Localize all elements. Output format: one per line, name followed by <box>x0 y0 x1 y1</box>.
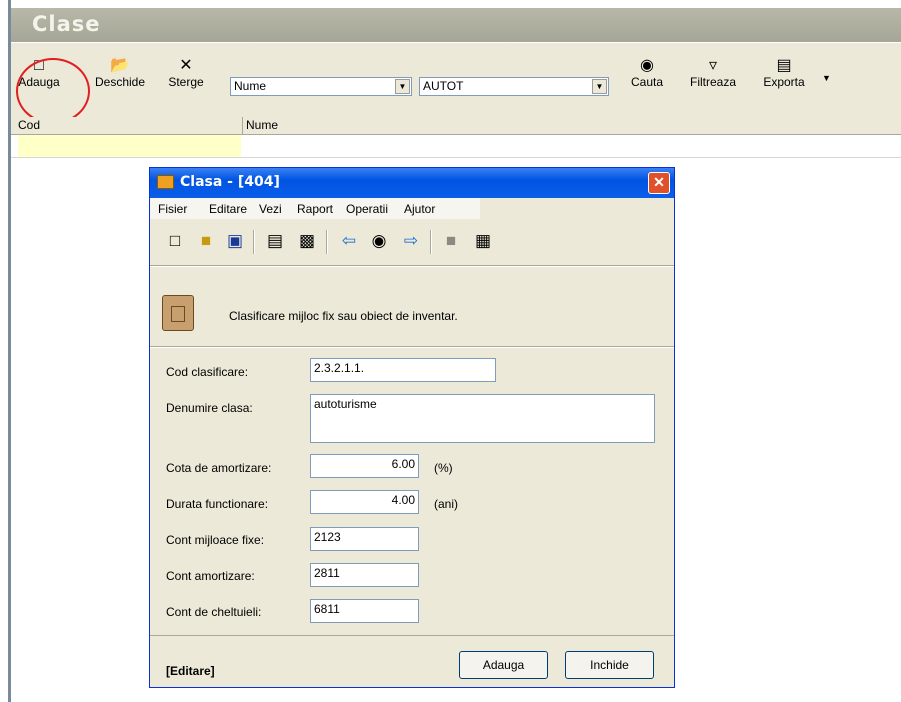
chevron-down-icon[interactable]: ▼ <box>395 79 410 94</box>
close-icon[interactable]: ✕ <box>648 172 670 194</box>
cota-amortizare-label: Cota de amortizare: <box>166 461 272 475</box>
value-select-value: AUTOT <box>423 79 464 93</box>
menu-fisier[interactable]: Fisier <box>158 202 187 216</box>
status-text: [Editare] <box>166 664 215 678</box>
denumire-clasa-label: Denumire clasa: <box>166 401 253 415</box>
menu-operatii[interactable]: Operatii <box>346 202 388 216</box>
cont-cheltuieli-field[interactable]: 6811 <box>310 599 419 623</box>
column-header-nume[interactable]: Nume <box>242 117 278 134</box>
menu-ajutor[interactable]: Ajutor <box>404 202 435 216</box>
divider <box>150 346 674 348</box>
open-button-label: Deschide <box>94 75 146 89</box>
denumire-clasa-field[interactable]: autoturisme <box>310 394 655 443</box>
filter-button[interactable]: ▿ Filtreaza <box>683 57 743 89</box>
filter-button-label: Filtreaza <box>689 75 736 89</box>
dialog-description: Clasificare mijloc fix sau obiect de inv… <box>229 309 458 323</box>
durata-functionare-field[interactable]: 4.00 <box>310 490 419 514</box>
dialog-menubar: Fisier Editare Vezi Raport Operatii Ajut… <box>150 198 480 219</box>
cont-amortizare-label: Cont amortizare: <box>166 569 255 583</box>
open-folder-icon[interactable]: ■ <box>195 230 217 252</box>
durata-functionare-label: Durata functionare: <box>166 497 269 511</box>
dialog-title: Clasa - [404] <box>180 174 280 190</box>
dialog-toolbar: □ ■ ▣ ▤ ▩ ⇦ ◉ ⇨ ■ ▦ <box>150 222 674 262</box>
toolbar-separator <box>430 230 432 254</box>
field-select-value: Nume <box>234 79 267 93</box>
data-grid: Cod Nume <box>11 117 901 158</box>
clasa-dialog: Clasa - [404] ✕ Fisier Editare Vezi Rapo… <box>149 167 675 688</box>
delete-button-label: Sterge <box>168 75 204 89</box>
export-button-label: Exporta <box>763 75 805 89</box>
arrow-right-icon[interactable]: ⇨ <box>400 230 422 252</box>
filter-icon: ▿ <box>708 57 718 74</box>
toolbar-separator <box>326 230 328 254</box>
arrow-left-icon[interactable]: ⇦ <box>338 230 360 252</box>
close-button[interactable]: Inchide <box>565 651 654 679</box>
durata-unit: (ani) <box>434 497 459 511</box>
open-button[interactable]: 📂 Deschide <box>85 57 155 89</box>
module-title: Clase <box>32 12 101 36</box>
menu-raport[interactable]: Raport <box>297 202 333 216</box>
app-icon <box>157 175 174 189</box>
divider <box>150 635 674 636</box>
filing-cabinet-icon <box>162 295 194 331</box>
cont-amortizare-field[interactable]: 2811 <box>310 563 419 587</box>
cont-mijloace-fixe-field[interactable]: 2123 <box>310 527 419 551</box>
toolbar-separator <box>253 230 255 254</box>
cont-mijloace-fixe-label: Cont mijloace fixe: <box>166 533 265 547</box>
field-select[interactable]: Nume ▼ <box>230 77 412 96</box>
open-folder-icon: 📂 <box>110 57 130 74</box>
module-title-bar: Clase <box>11 8 901 42</box>
export-button[interactable]: ▤ Exporta <box>756 57 812 89</box>
toolbar-overflow-chevron-icon[interactable]: ▼ <box>822 73 831 83</box>
delete-button[interactable]: ✕ Sterge <box>161 57 211 89</box>
column-header-cod[interactable]: Cod <box>18 118 40 132</box>
value-select[interactable]: AUTOT ▼ <box>419 77 609 96</box>
table-cell-cod[interactable] <box>18 135 241 157</box>
palette-icon[interactable]: ◉ <box>368 230 390 252</box>
dialog-title-bar[interactable]: Clasa - [404] ✕ <box>150 168 674 198</box>
properties-icon[interactable]: ▦ <box>472 230 494 252</box>
divider <box>150 265 674 267</box>
table-row[interactable] <box>11 135 901 158</box>
chevron-down-icon[interactable]: ▼ <box>592 79 607 94</box>
menu-vezi[interactable]: Vezi <box>259 202 282 216</box>
cont-cheltuieli-label: Cont de cheltuieli: <box>166 605 262 619</box>
delete-x-icon: ✕ <box>179 57 193 74</box>
add-button[interactable]: Adauga <box>459 651 548 679</box>
binoculars-icon: ◉ <box>640 57 654 74</box>
new-document-icon[interactable]: □ <box>164 230 186 252</box>
save-icon[interactable]: ▣ <box>224 230 246 252</box>
cota-amortizare-field[interactable]: 6.00 <box>310 454 419 478</box>
cod-clasificare-field[interactable]: 2.3.2.1.1. <box>310 358 496 382</box>
cota-unit: (%) <box>434 461 453 475</box>
grid-header: Cod Nume <box>11 117 901 135</box>
search-button-label: Cauta <box>630 75 664 89</box>
export-icon: ▤ <box>776 57 792 74</box>
main-toolbar: □ Adauga 📂 Deschide ✕ Sterge Nume ▼ AUTO… <box>11 43 901 118</box>
print-preview-icon[interactable]: ▤ <box>264 230 286 252</box>
cod-clasificare-label: Cod clasificare: <box>166 365 249 379</box>
annotation-circle <box>16 58 90 124</box>
print-icon[interactable]: ▩ <box>296 230 318 252</box>
gray-square-icon[interactable]: ■ <box>440 230 462 252</box>
search-button[interactable]: ◉ Cauta <box>625 57 669 89</box>
menu-editare[interactable]: Editare <box>209 202 247 216</box>
